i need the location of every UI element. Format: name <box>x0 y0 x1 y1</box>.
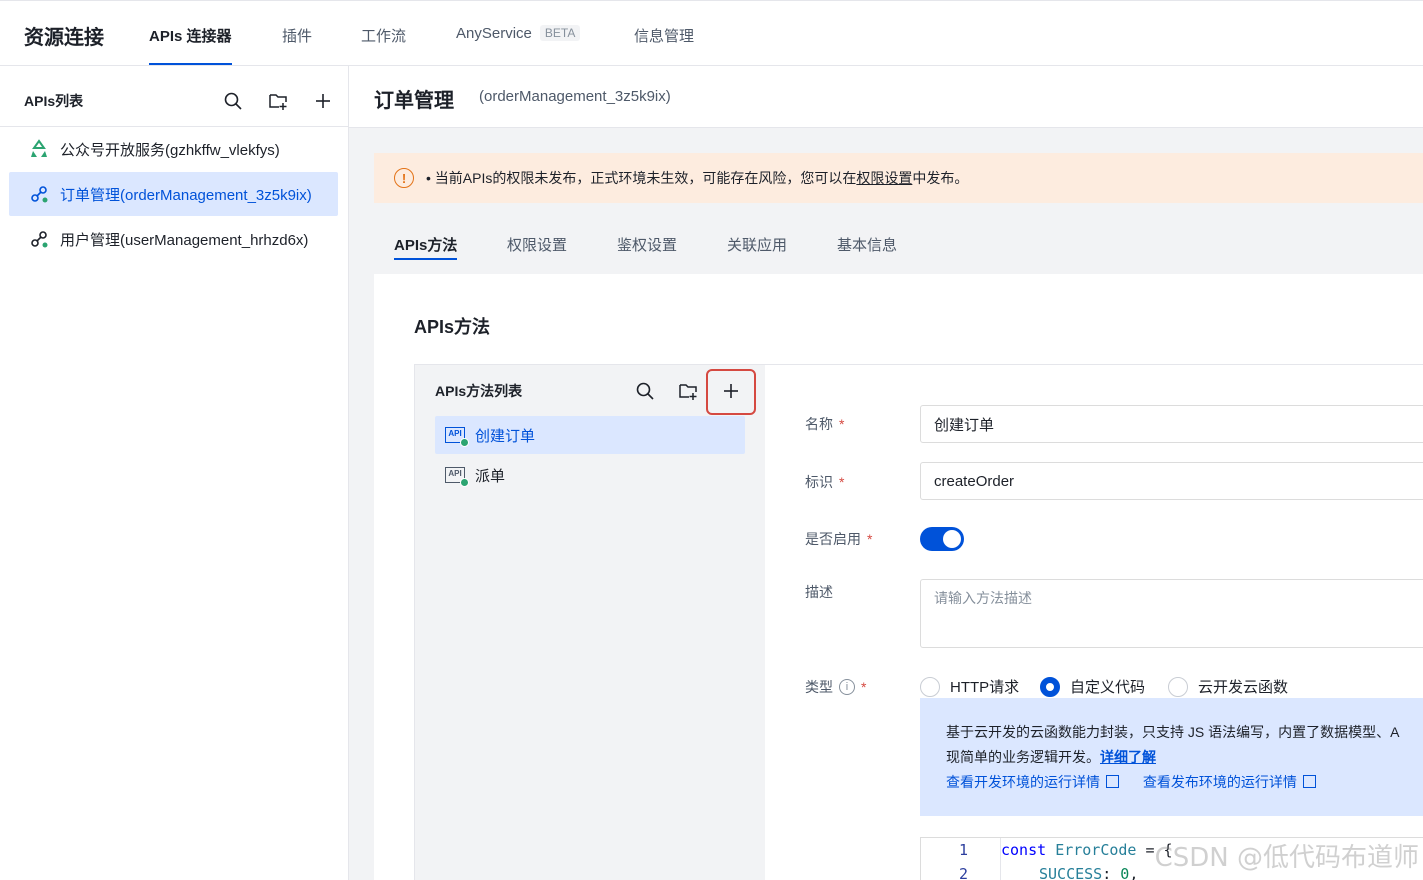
alert-text-after: 中发布。 <box>912 170 969 186</box>
description-label: 描述 <box>805 584 833 600</box>
main-content: 订单管理 (orderManagement_3z5k9ix) ! • 当前API… <box>349 66 1423 880</box>
method-item-label: 创建订单 <box>475 427 536 445</box>
beta-badge: BETA <box>539 25 581 41</box>
recycle-icon <box>28 138 50 160</box>
sidebar-item-gzhkffw[interactable]: 公众号开放服务(gzhkffw_vlekfys) <box>9 127 338 171</box>
active-tab-indicator <box>149 63 232 65</box>
search-icon[interactable] <box>634 380 656 402</box>
add-folder-icon[interactable] <box>267 90 289 112</box>
info-line-2: 现简单的业务逻辑开发。 <box>946 749 1100 765</box>
brand-title: 资源连接 <box>24 27 104 49</box>
link-icon <box>28 183 50 205</box>
tab-linked-apps[interactable]: 关联应用 <box>727 234 787 255</box>
code-line-2: SUCCESS: 0, <box>1039 865 1139 880</box>
main-header: 订单管理 (orderManagement_3z5k9ix) <box>349 66 1423 128</box>
radio-http-request[interactable]: HTTP请求 <box>920 676 1019 697</box>
sidebar-item-order-management[interactable]: 订单管理(orderManagement_3z5k9ix) <box>9 172 338 216</box>
line-number: 1 <box>959 841 969 859</box>
line-number: 2 <box>959 865 969 880</box>
toggle-knob <box>943 530 961 548</box>
dev-env-details-link[interactable]: 查看开发环境的运行详情 <box>946 774 1119 790</box>
sidebar-header: APIs列表 <box>0 66 348 127</box>
code-gutter: 1 2 <box>921 838 1001 880</box>
identifier-label: 标识 * <box>805 474 845 490</box>
alert-text-before: • 当前APIs的权限未发布，正式环境未生效，可能存在风险，您可以在 <box>426 170 857 186</box>
plus-icon[interactable] <box>312 90 334 112</box>
page-subtitle: (orderManagement_3z5k9ix) <box>479 88 671 105</box>
description-input[interactable]: 请输入方法描述 <box>920 579 1423 648</box>
tab-plugins[interactable]: 插件 <box>282 25 312 46</box>
search-icon[interactable] <box>222 90 244 112</box>
tab-anyservice[interactable]: AnyService BETA <box>456 25 581 42</box>
prod-env-details-link[interactable]: 查看发布环境的运行详情 <box>1143 774 1316 790</box>
radio-cloud-function[interactable]: 云开发云函数 <box>1168 676 1288 697</box>
custom-code-info: 基于云开发的云函数能力封装，只支持 JS 语法编写，内置了数据模型、A 现简单的… <box>920 698 1423 816</box>
tab-info-management[interactable]: 信息管理 <box>634 25 694 46</box>
add-folder-icon[interactable] <box>677 380 699 402</box>
code-editor[interactable]: 1 2 const ErrorCode = { SUCCESS: 0, <box>920 837 1423 880</box>
radio-custom-code[interactable]: 自定义代码 <box>1040 676 1145 697</box>
sidebar-item-label: 用户管理(userManagement_hrhzd6x) <box>60 231 309 249</box>
api-method-icon: API <box>445 467 469 487</box>
name-input[interactable]: 创建订单 <box>920 405 1423 443</box>
link-icon <box>28 228 50 250</box>
name-label: 名称 * <box>805 416 845 432</box>
warning-icon: ! <box>394 168 414 188</box>
sidebar-item-label: 订单管理(orderManagement_3z5k9ix) <box>60 186 312 204</box>
api-method-icon: API <box>445 427 469 447</box>
tab-permission-settings[interactable]: 权限设置 <box>507 234 567 255</box>
top-nav: 资源连接 APIs 连接器 插件 工作流 AnyService BETA 信息管理 <box>0 0 1423 66</box>
method-item-dispatch[interactable]: API 派单 <box>435 456 745 494</box>
alert-permission-link[interactable]: 权限设置 <box>856 168 912 188</box>
info-icon: i <box>839 679 855 695</box>
tab-api-methods[interactable]: APIs方法 <box>394 234 457 255</box>
method-list: APIs方法列表 API 创建订单 API 派单 <box>414 364 765 880</box>
permission-alert: ! • 当前APIs的权限未发布，正式环境未生效，可能存在风险，您可以在 权限设置… <box>374 153 1423 203</box>
type-label: 类型 i * <box>805 679 867 695</box>
apis-sidebar: APIs列表 公众号开放服务(gzhkffw_vlekfys) 订单管理(ord… <box>0 66 349 880</box>
method-form: 名称 * 创建订单 标识 * createOrder 是否启用 * 描述 请输入方法描… <box>765 364 1423 880</box>
api-methods-panel: APIs方法 APIs方法列表 API 创建订单 API 派单 名称 * 创建订… <box>374 274 1423 880</box>
active-subtab-indicator <box>394 258 457 260</box>
code-line-1: const ErrorCode = { <box>1001 841 1173 859</box>
info-line-1: 基于云开发的云函数能力封装，只支持 JS 语法编写，内置了数据模型、A <box>946 724 1400 740</box>
external-link-icon <box>1302 775 1316 788</box>
identifier-input[interactable]: createOrder <box>920 462 1423 500</box>
tab-auth-settings[interactable]: 鉴权设置 <box>617 234 677 255</box>
method-item-label: 派单 <box>475 467 506 485</box>
tab-basic-info[interactable]: 基本信息 <box>837 234 897 255</box>
external-link-icon <box>1106 775 1119 788</box>
sidebar-item-user-management[interactable]: 用户管理(userManagement_hrhzd6x) <box>9 217 338 261</box>
tab-workflow[interactable]: 工作流 <box>361 25 406 46</box>
page-title: 订单管理 <box>374 90 454 112</box>
add-method-plus-icon[interactable] <box>720 380 742 402</box>
tab-apis-connector[interactable]: APIs 连接器 <box>149 25 232 46</box>
sidebar-item-label: 公众号开放服务(gzhkffw_vlekfys) <box>60 141 280 159</box>
sidebar-title: APIs列表 <box>24 93 84 109</box>
enabled-toggle[interactable] <box>920 527 964 551</box>
method-list-title: APIs方法列表 <box>435 383 523 399</box>
learn-more-link[interactable]: 详细了解 <box>1100 749 1156 765</box>
method-item-create-order[interactable]: API 创建订单 <box>435 416 745 454</box>
panel-title: APIs方法 <box>414 317 491 337</box>
tab-anyservice-label: AnyService <box>456 25 532 42</box>
enabled-label: 是否启用 * <box>805 531 873 547</box>
